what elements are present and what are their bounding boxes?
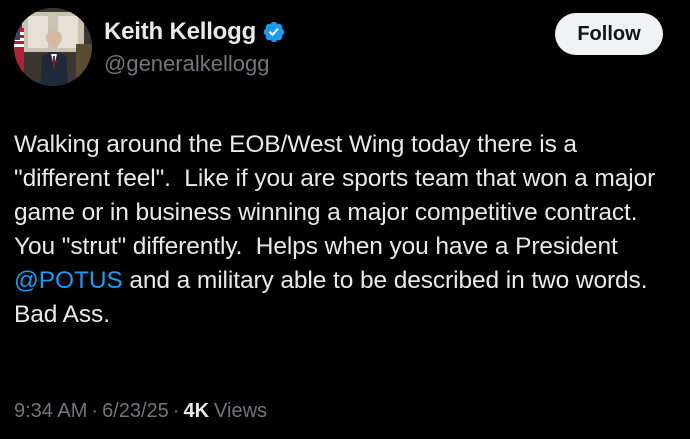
display-name-row: Keith Kellogg [104,16,286,48]
avatar-photo-icon [14,8,92,86]
views-count[interactable]: 4K [183,400,209,423]
mention-link[interactable]: @POTUS [14,267,123,294]
display-name[interactable]: Keith Kellogg [104,18,256,46]
tweet-meta: 9:34 AM · 6/23/25 · 4K Views [14,400,267,423]
views-label[interactable]: Views [214,400,267,423]
author-names: Keith Kellogg @generalkellogg [104,16,286,77]
avatar[interactable] [14,8,92,86]
tweet-text: Walking around the EOB/West Wing today t… [14,128,679,332]
tweet-time[interactable]: 9:34 AM [14,400,87,423]
author-handle[interactable]: @generalkellogg [104,51,286,77]
follow-button[interactable]: Follow [555,13,663,55]
tweet-date[interactable]: 6/23/25 [102,400,169,423]
verified-badge-icon[interactable] [262,20,286,44]
meta-separator: · [172,400,180,422]
tweet-header: Keith Kellogg @generalkellogg Follow [14,8,663,86]
meta-separator: · [91,400,99,422]
tweet-text-part-1: Walking around the EOB/West Wing today t… [14,131,662,260]
